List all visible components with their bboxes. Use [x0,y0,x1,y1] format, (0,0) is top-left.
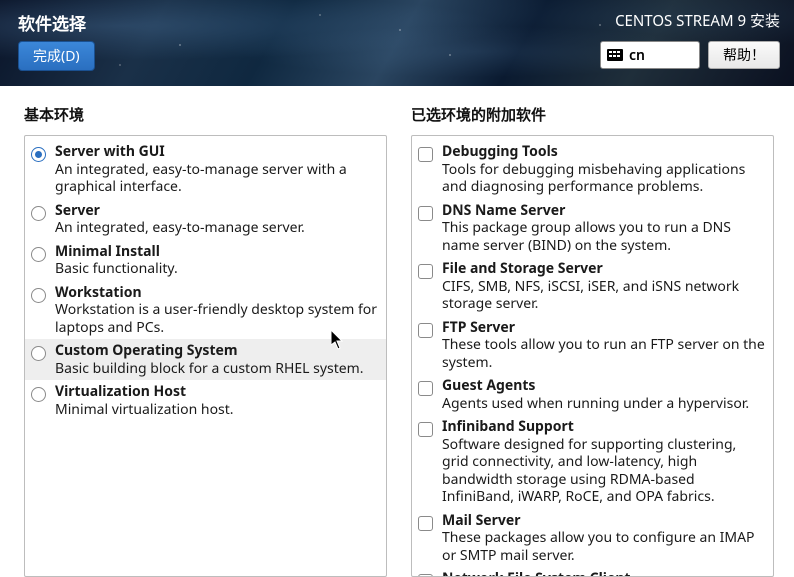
env-option-desc: Basic building block for a custom RHEL s… [55,359,364,378]
addon-option[interactable]: Mail ServerThese packages allow you to c… [412,509,773,568]
base-environment-list[interactable]: Server with GUIAn integrated, easy-to-ma… [24,135,387,577]
keyboard-layout-code: cn [629,46,645,65]
header-bar: 软件选择 完成(D) CENTOS STREAM 9 安装 cn 帮助！ [0,0,794,86]
env-option[interactable]: Minimal InstallBasic functionality. [25,240,386,281]
addon-option-title: Network File System Client [442,570,765,577]
env-option[interactable]: Server with GUIAn integrated, easy-to-ma… [25,140,386,199]
env-option-desc: An integrated, easy-to-manage server wit… [55,160,347,197]
radio-icon [31,247,46,262]
keyboard-layout-selector[interactable]: cn [600,41,700,69]
addon-option[interactable]: Network File System Client [412,567,773,577]
addons-heading: 已选环境的附加软件 [411,104,774,125]
radio-icon [31,387,46,402]
checkbox-icon [418,206,433,221]
addon-option[interactable]: File and Storage ServerCIFS, SMB, NFS, i… [412,257,773,316]
env-option[interactable]: ServerAn integrated, easy-to-manage serv… [25,199,386,240]
env-option-title: Server with GUI [55,143,378,161]
page-title: 软件选择 [18,10,95,35]
env-option-desc: Basic functionality. [55,259,178,278]
addon-option-title: DNS Name Server [442,202,765,220]
checkbox-icon [418,381,433,396]
addon-option[interactable]: Infiniband SupportSoftware designed for … [412,415,773,509]
addon-option-title: Debugging Tools [442,143,765,161]
env-option-desc: Minimal virtualization host. [55,400,234,419]
env-option-title: Workstation [55,284,378,302]
keyboard-icon [607,49,623,61]
env-option-title: Minimal Install [55,243,378,261]
addon-option-desc: Agents used when running under a hypervi… [442,394,749,413]
addon-option[interactable]: Guest AgentsAgents used when running und… [412,374,773,415]
checkbox-icon [418,422,433,437]
addon-option-title: Mail Server [442,512,765,530]
addon-option-desc: Tools for debugging misbehaving applicat… [442,160,745,197]
checkbox-icon [418,264,433,279]
checkbox-icon [418,516,433,531]
radio-icon [31,147,46,162]
radio-icon [31,346,46,361]
installer-title: CENTOS STREAM 9 安装 [600,10,780,31]
addon-option[interactable]: FTP ServerThese tools allow you to run a… [412,316,773,375]
radio-icon [31,288,46,303]
checkbox-icon [418,147,433,162]
addon-option-desc: This package group allows you to run a D… [442,218,731,255]
addon-option-title: Infiniband Support [442,418,765,436]
content-area: 基本环境 Server with GUIAn integrated, easy-… [0,86,794,577]
env-option[interactable]: Custom Operating SystemBasic building bl… [25,339,386,380]
addon-option[interactable]: Debugging ToolsTools for debugging misbe… [412,140,773,199]
env-option[interactable]: WorkstationWorkstation is a user-friendl… [25,281,386,340]
env-option-desc: An integrated, easy-to-manage server. [55,218,305,237]
base-environment-heading: 基本环境 [24,104,387,125]
checkbox-icon [418,323,433,338]
help-button[interactable]: 帮助！ [708,41,780,69]
env-option-title: Custom Operating System [55,342,378,360]
addon-option-title: FTP Server [442,319,765,337]
addons-column: 已选环境的附加软件 Debugging ToolsTools for debug… [411,104,774,577]
done-button[interactable]: 完成(D) [18,41,95,71]
addon-option-title: Guest Agents [442,377,765,395]
addon-option[interactable]: DNS Name ServerThis package group allows… [412,199,773,258]
env-option-title: Virtualization Host [55,383,378,401]
base-environment-column: 基本环境 Server with GUIAn integrated, easy-… [24,104,387,577]
env-option-title: Server [55,202,378,220]
radio-icon [31,206,46,221]
addon-option-desc: Software designed for supporting cluster… [442,435,736,507]
env-option-desc: Workstation is a user-friendly desktop s… [55,300,377,337]
addons-list[interactable]: Debugging ToolsTools for debugging misbe… [411,135,774,577]
addon-option-title: File and Storage Server [442,260,765,278]
addon-option-desc: These packages allow you to configure an… [442,528,755,565]
addon-option-desc: These tools allow you to run an FTP serv… [442,335,765,372]
addon-option-desc: CIFS, SMB, NFS, iSCSI, iSER, and iSNS ne… [442,277,739,314]
env-option[interactable]: Virtualization HostMinimal virtualizatio… [25,380,386,421]
